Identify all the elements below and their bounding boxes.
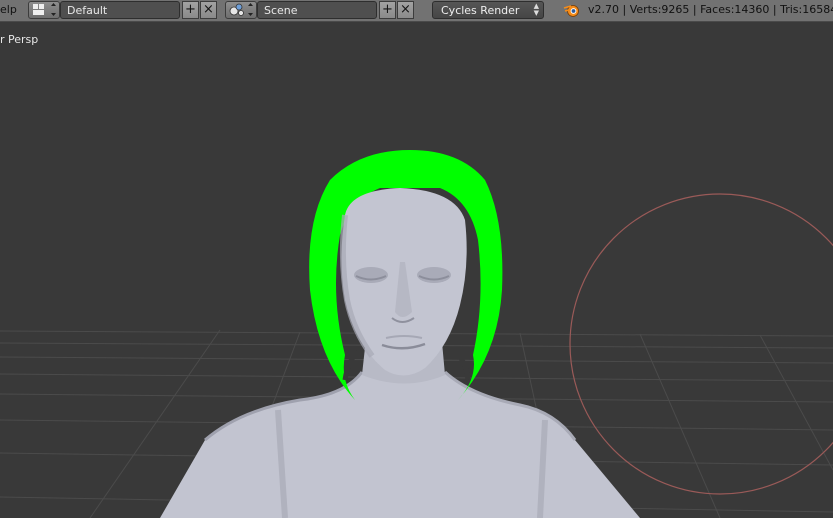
scene-selector-button[interactable] xyxy=(225,1,257,19)
scene-stats: v2.70 | Verts:9265 | Faces:14360 | Tris:… xyxy=(588,3,833,16)
layout-name-field[interactable]: Default xyxy=(60,1,180,19)
render-engine-label: Cycles Render xyxy=(441,4,520,17)
remove-layout-button[interactable]: × xyxy=(200,1,217,19)
scene-icon xyxy=(229,3,253,16)
blender-logo-icon xyxy=(563,5,579,17)
add-layout-button[interactable]: + xyxy=(182,1,199,19)
remove-scene-button[interactable]: × xyxy=(397,1,414,19)
updown-arrows-icon: ▲ ▼ xyxy=(533,2,539,17)
layout-selector-button[interactable] xyxy=(28,1,60,19)
close-icon: × xyxy=(203,2,214,17)
add-icon: + xyxy=(185,2,196,17)
close-icon: × xyxy=(400,2,411,17)
viewport-view-label: r Persp xyxy=(0,33,39,46)
3d-viewport[interactable] xyxy=(0,22,833,518)
scene-name-field[interactable]: Scene xyxy=(257,1,377,19)
add-icon: + xyxy=(382,2,393,17)
info-header: elp Default + × Scene + × Cycles Render xyxy=(0,0,833,22)
render-engine-select[interactable]: Cycles Render ▲ ▼ xyxy=(432,1,544,19)
layout-icon xyxy=(33,3,56,16)
help-menu[interactable]: elp xyxy=(0,3,17,16)
add-scene-button[interactable]: + xyxy=(379,1,396,19)
